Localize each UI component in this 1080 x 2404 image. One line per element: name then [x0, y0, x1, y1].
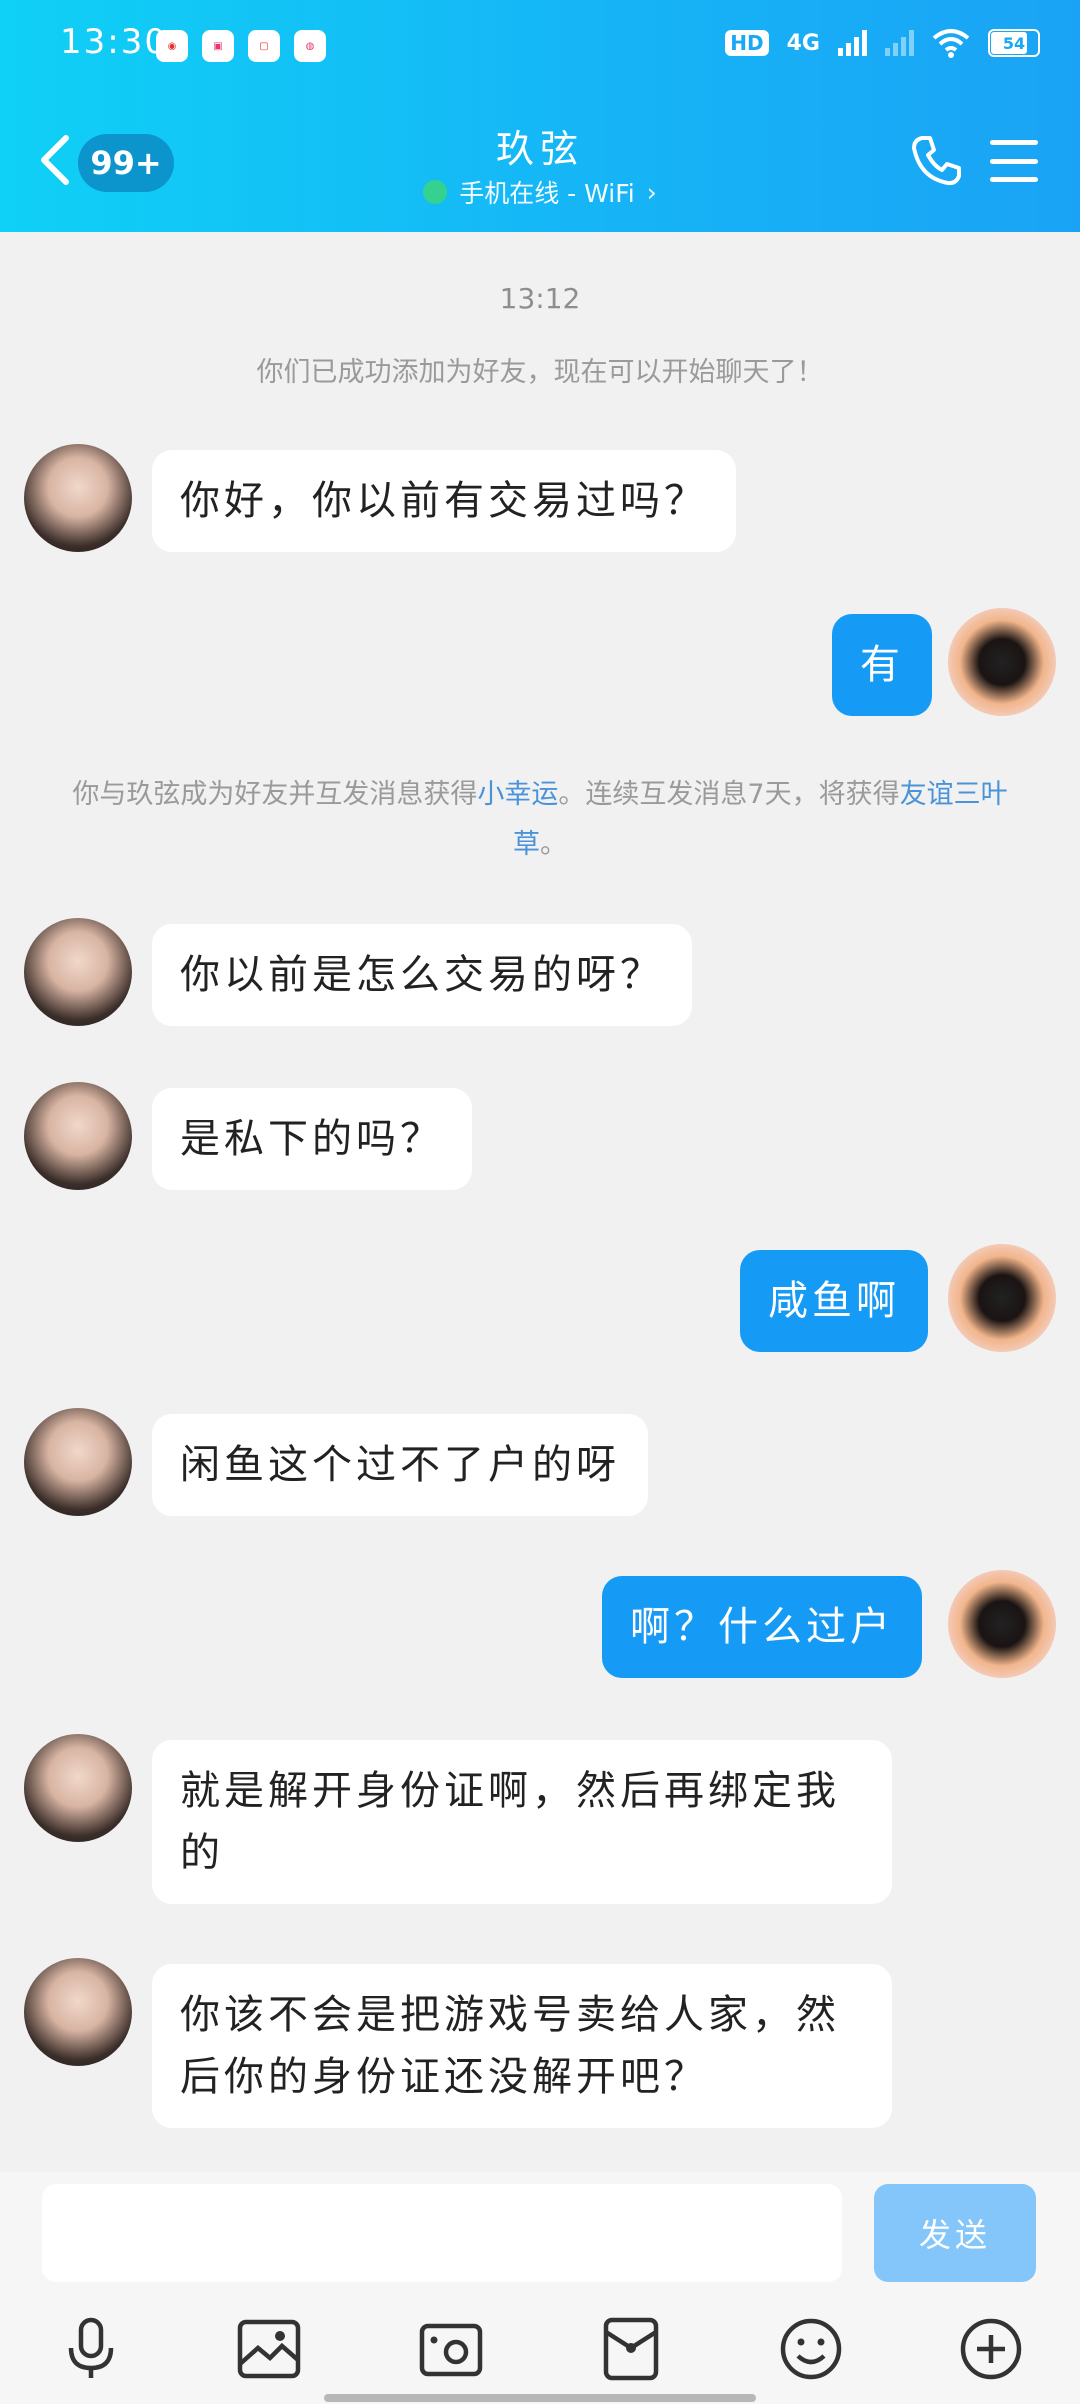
- menu-button[interactable]: [990, 140, 1038, 182]
- online-dot-icon: [423, 180, 448, 204]
- system-lucky-middle: 。连续互发消息7天，将获得: [558, 779, 900, 810]
- send-button[interactable]: 发送: [874, 2184, 1036, 2282]
- message-bubble-in[interactable]: 你好，你以前有交易过吗？: [152, 450, 736, 552]
- system-lucky-suffix: 。: [540, 829, 567, 860]
- menu-line: [990, 140, 1038, 145]
- my-avatar[interactable]: [948, 1570, 1056, 1678]
- message-input[interactable]: [42, 2184, 842, 2282]
- chat-header: 13:30 ◉ ▣ ▢ ◍ HD 4G 54 99+ 玖弦 手机在线 - WiF…: [0, 0, 1080, 232]
- lucky-link[interactable]: 小幸运: [477, 779, 558, 810]
- contact-avatar[interactable]: [24, 444, 132, 552]
- menu-line: [990, 177, 1038, 182]
- message-bubble-in[interactable]: 你该不会是把游戏号卖给人家，然后你的身份证还没解开吧？: [152, 1964, 892, 2128]
- message-bubble-in[interactable]: 闲鱼这个过不了户的呀: [152, 1414, 648, 1516]
- system-message-added: 你们已成功添加为好友，现在可以开始聊天了！: [256, 357, 824, 388]
- message-bubble-out[interactable]: 有: [832, 614, 932, 716]
- contact-avatar[interactable]: [24, 1082, 132, 1190]
- contact-avatar[interactable]: [24, 1958, 132, 2066]
- home-indicator[interactable]: [324, 2394, 756, 2402]
- xiaohongshu-icon: ▢: [248, 30, 280, 62]
- app-icon: ◍: [294, 30, 326, 62]
- weibo-icon: ◉: [156, 30, 188, 62]
- system-lucky-prefix: 你与玖弦成为好友并互发消息获得: [72, 779, 478, 810]
- my-avatar[interactable]: [948, 1244, 1056, 1352]
- wifi-icon: [932, 29, 970, 58]
- input-toolbar: [0, 2302, 1080, 2392]
- image-icon[interactable]: [234, 2314, 304, 2384]
- message-bubble-in[interactable]: 是私下的吗？: [152, 1088, 472, 1190]
- signal-2-icon: [885, 30, 914, 56]
- network-label: 4G: [786, 30, 820, 56]
- message-bubble-out[interactable]: 咸鱼啊: [740, 1250, 928, 1352]
- status-time: 13:30: [60, 22, 168, 62]
- contact-avatar[interactable]: [24, 1734, 132, 1842]
- battery-level: 54: [1002, 33, 1026, 53]
- status-right: HD 4G 54: [725, 28, 1040, 58]
- menu-line: [990, 158, 1038, 164]
- status-app-icons: ◉ ▣ ▢ ◍: [156, 30, 326, 62]
- bilibili-icon: ▣: [202, 30, 234, 62]
- phone-call-button[interactable]: [908, 132, 964, 188]
- red-packet-icon[interactable]: [596, 2314, 666, 2384]
- chevron-right-icon: ›: [646, 177, 657, 207]
- message-bubble-in[interactable]: 就是解开身份证啊，然后再绑定我的: [152, 1740, 892, 1904]
- contact-avatar[interactable]: [24, 1408, 132, 1516]
- microphone-icon[interactable]: [56, 2314, 126, 2384]
- message-bubble-out[interactable]: 啊？什么过户: [602, 1576, 922, 1678]
- system-message-lucky: 你与玖弦成为好友并互发消息获得小幸运。连续互发消息7天，将获得友谊三叶草。: [60, 770, 1020, 870]
- contact-avatar[interactable]: [24, 918, 132, 1026]
- signal-icon: [838, 30, 867, 56]
- input-area: 发送: [0, 2172, 1080, 2404]
- online-status-text: 手机在线 - WiFi: [459, 179, 635, 208]
- plus-icon[interactable]: [956, 2314, 1026, 2384]
- my-avatar[interactable]: [948, 608, 1056, 716]
- message-bubble-in[interactable]: 你以前是怎么交易的呀？: [152, 924, 692, 1026]
- chat-area[interactable]: 13:12 你们已成功添加为好友，现在可以开始聊天了！ 你好，你以前有交易过吗？…: [0, 232, 1080, 2172]
- battery-icon: 54: [988, 29, 1040, 57]
- status-bar: 13:30 ◉ ▣ ▢ ◍ HD 4G 54: [0, 0, 1080, 96]
- emoji-icon[interactable]: [776, 2314, 846, 2384]
- timestamp: 13:12: [499, 282, 581, 315]
- camera-icon[interactable]: [416, 2314, 486, 2384]
- hd-icon: HD: [725, 30, 769, 56]
